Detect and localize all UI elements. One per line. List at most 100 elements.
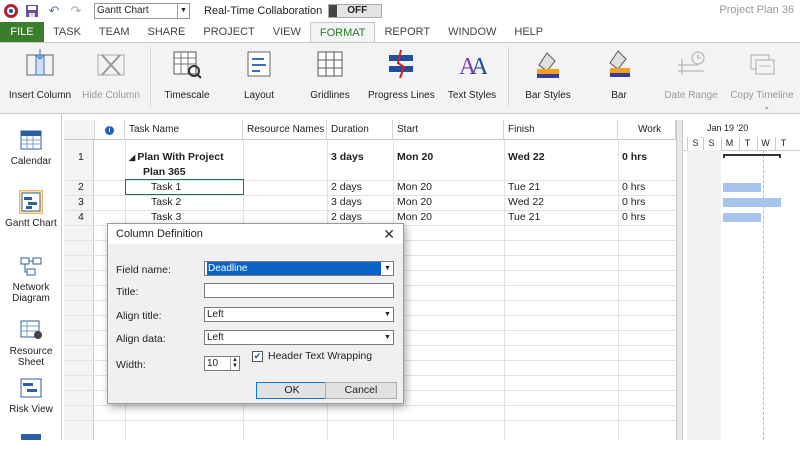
- rtc-toggle-label: OFF: [347, 5, 368, 16]
- finish-cell[interactable]: Tue 21: [504, 180, 618, 195]
- insert-column-button[interactable]: Insert Column: [8, 47, 72, 101]
- width-value: 10: [207, 358, 219, 369]
- tab-file[interactable]: FILE: [0, 22, 44, 42]
- start-cell[interactable]: Mon 20: [393, 210, 504, 225]
- align-data-value: Left: [207, 332, 224, 343]
- tab-task[interactable]: TASK: [44, 22, 90, 42]
- summary-task-name[interactable]: ◢ Plan With Project: [125, 150, 243, 165]
- view-resource-label: Resource Sheet: [9, 346, 53, 368]
- view-select[interactable]: Gantt Chart ▼: [94, 3, 190, 19]
- bar-styles-button[interactable]: Bar Styles: [518, 47, 578, 101]
- finish-cell[interactable]: Wed 22: [504, 150, 618, 165]
- field-name-select[interactable]: Deadline ▼: [204, 261, 394, 276]
- dialog-title: Column Definition: [116, 228, 203, 240]
- gantt-chart-area[interactable]: Jan 19 '20 S S M T W T: [682, 120, 800, 440]
- task-bar[interactable]: [723, 213, 761, 222]
- timescale-label: Timescale: [164, 90, 210, 101]
- summary-bar[interactable]: [723, 154, 781, 158]
- start-cell[interactable]: Mon 20: [393, 180, 504, 195]
- tab-share[interactable]: SHARE: [138, 22, 194, 42]
- align-title-select[interactable]: Left ▼: [204, 307, 394, 322]
- row-number: 3: [78, 196, 84, 208]
- view-resource-sheet[interactable]: Resource Sheet: [0, 318, 62, 368]
- view-gantt-label: Gantt Chart: [5, 218, 57, 229]
- title-input[interactable]: [204, 283, 394, 298]
- tab-team[interactable]: TEAM: [90, 22, 139, 42]
- duration-cell[interactable]: 3 days: [327, 195, 393, 210]
- start-header[interactable]: Start: [393, 120, 504, 140]
- chevron-down-icon[interactable]: ⌄: [763, 102, 770, 111]
- close-icon[interactable]: ✕: [383, 224, 395, 244]
- tab-help[interactable]: HELP: [505, 22, 552, 42]
- select-all-corner[interactable]: [64, 120, 95, 140]
- progress-lines-button[interactable]: Progress Lines: [368, 47, 435, 101]
- duration-header[interactable]: Duration: [327, 120, 393, 140]
- bar-button[interactable]: Bar: [596, 47, 642, 101]
- duration-cell[interactable]: 2 days: [327, 180, 393, 195]
- task-bar[interactable]: [723, 183, 761, 192]
- rtc-toggle[interactable]: OFF: [328, 4, 383, 18]
- spinner-arrows-icon[interactable]: ▲ ▼: [230, 357, 239, 370]
- finish-cell[interactable]: Tue 21: [504, 210, 618, 225]
- save-icon[interactable]: [24, 3, 40, 19]
- info-icon: i: [105, 126, 114, 135]
- work-cell[interactable]: 0 hrs: [618, 210, 676, 225]
- task-bar[interactable]: [723, 198, 781, 207]
- hide-column-label: Hide Column: [82, 90, 140, 101]
- work-cell[interactable]: 0 hrs: [618, 180, 676, 195]
- gridlines-button[interactable]: Gridlines: [302, 47, 358, 101]
- copy-timeline-button[interactable]: Copy Timeline: [728, 47, 796, 101]
- hide-column-icon: [93, 47, 129, 81]
- svg-text:A: A: [471, 54, 487, 79]
- work-cell[interactable]: 0 hrs: [618, 150, 676, 165]
- date-range-icon: [673, 47, 709, 81]
- task-name-cell-selected[interactable]: Task 1: [125, 179, 244, 195]
- cancel-button[interactable]: Cancel: [325, 382, 397, 399]
- width-spinner[interactable]: 10 ▲ ▼: [204, 356, 240, 371]
- align-data-select[interactable]: Left ▼: [204, 330, 394, 345]
- progress-lines-icon: [383, 47, 419, 81]
- indicators-header[interactable]: i: [95, 120, 125, 140]
- timescale-button[interactable]: Timescale: [158, 47, 216, 101]
- tab-project[interactable]: PROJECT: [194, 22, 263, 42]
- view-more[interactable]: [0, 432, 62, 460]
- text-styles-button[interactable]: AA Text Styles: [444, 47, 500, 101]
- hide-column-button[interactable]: Hide Column: [80, 47, 142, 101]
- finish-header[interactable]: Finish: [504, 120, 618, 140]
- field-name-label: Field name:: [116, 264, 171, 276]
- timescale-day: T: [739, 137, 755, 150]
- resource-names-header[interactable]: Resource Names: [243, 120, 327, 140]
- view-gantt-chart[interactable]: Gantt Chart: [0, 190, 62, 229]
- ok-button[interactable]: OK: [256, 382, 328, 399]
- duration-cell[interactable]: 3 days: [327, 150, 393, 165]
- ribbon-tabs: FILE TASK TEAM SHARE PROJECT VIEW FORMAT…: [0, 22, 800, 42]
- view-risk-view[interactable]: Risk View: [0, 376, 62, 415]
- view-bar: Calendar Gantt Chart Network Diagram Res…: [0, 114, 62, 440]
- view-calendar[interactable]: Calendar: [0, 128, 62, 167]
- finish-cell[interactable]: Wed 22: [504, 195, 618, 210]
- insert-column-icon: [22, 47, 58, 81]
- work-cell[interactable]: 0 hrs: [618, 195, 676, 210]
- task-name-header[interactable]: Task Name: [125, 120, 243, 140]
- task-name-cell[interactable]: Task 2: [125, 195, 243, 210]
- bar-styles-icon: [530, 47, 566, 81]
- start-cell[interactable]: Mon 20: [393, 150, 504, 165]
- redo-icon[interactable]: ↷: [68, 3, 84, 19]
- header-wrap-checkbox[interactable]: ✔: [252, 351, 263, 362]
- risk-view-icon: [19, 376, 43, 400]
- tab-view[interactable]: VIEW: [264, 22, 310, 42]
- date-range-button[interactable]: Date Range: [660, 47, 722, 101]
- tab-format[interactable]: FORMAT: [309, 22, 376, 42]
- project-logo-icon: [4, 4, 18, 18]
- align-title-label: Align title:: [116, 310, 162, 322]
- layout-icon: [241, 47, 277, 81]
- work-header[interactable]: Work: [618, 120, 676, 140]
- view-network-diagram[interactable]: Network Diagram: [0, 254, 62, 304]
- start-cell[interactable]: Mon 20: [393, 195, 504, 210]
- undo-icon[interactable]: ↶: [46, 3, 62, 19]
- layout-button[interactable]: Layout: [234, 47, 284, 101]
- tab-window[interactable]: WINDOW: [439, 22, 505, 42]
- timescale-day: M: [721, 137, 737, 150]
- header-wrap-label: Header Text Wrapping: [268, 350, 373, 362]
- tab-report[interactable]: REPORT: [375, 22, 439, 42]
